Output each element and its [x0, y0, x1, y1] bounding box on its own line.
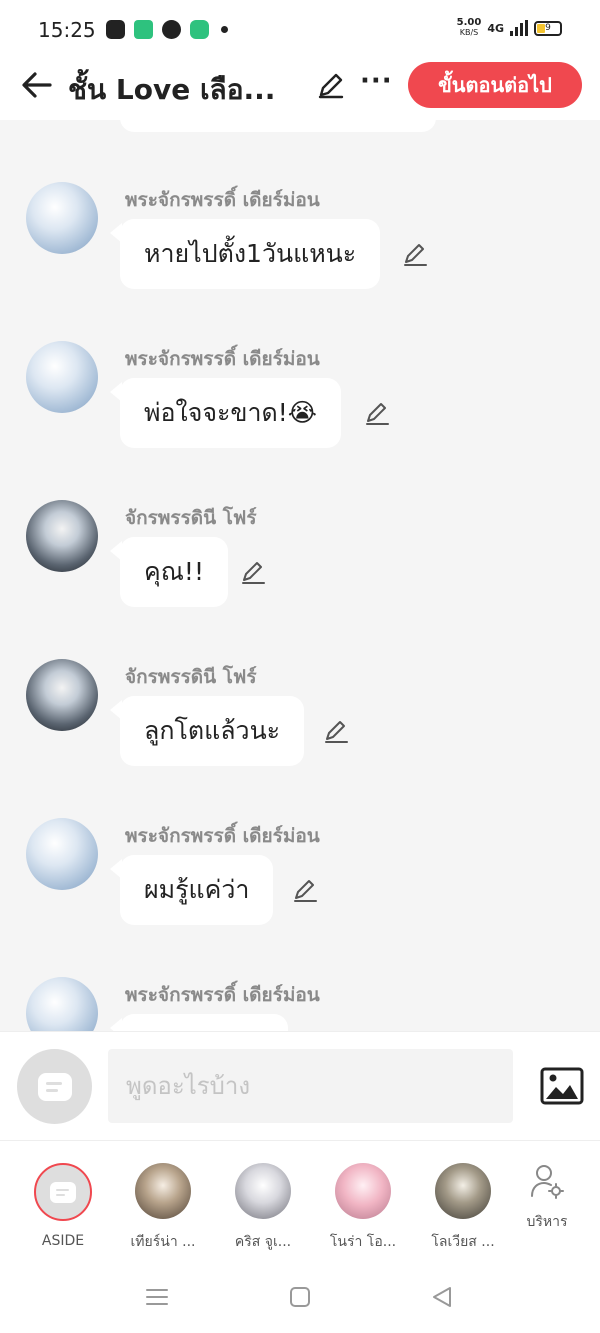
edit-message-pencil-icon[interactable]	[323, 718, 349, 744]
chat-message: พระจักรพรรดิ์ เดียร์ม่อน พ่อใจจะขาด!😭	[0, 341, 600, 471]
app-notification-icon	[190, 20, 209, 39]
character-name: บริหาร	[526, 1214, 568, 1230]
character-item[interactable]: โลเวียส ...	[418, 1163, 508, 1253]
character-name: คริส จูเ...	[234, 1234, 292, 1250]
more-options-icon[interactable]: ···	[360, 66, 393, 96]
message-composer	[0, 1031, 600, 1141]
sender-name: จักรพรรดินี โฟร์	[125, 507, 257, 529]
edit-title-pencil-icon[interactable]	[316, 70, 346, 100]
network-speed: 5.00 KB/S	[456, 17, 482, 38]
message-bubble[interactable]: หายไปตั้ง1วันแหนะ	[109, 219, 381, 289]
sender-avatar[interactable]	[26, 182, 98, 254]
top-bar: ชั้น Love เลือ... ··· ขั้นตอนต่อไป	[0, 58, 600, 120]
message-bubble[interactable]: ลูกโตแล้วนะ	[109, 696, 305, 766]
sender-name: พระจักรพรรดิ์ เดียร์ม่อน	[125, 825, 320, 847]
character-item[interactable]: เทียร์น่า ...	[118, 1163, 208, 1253]
chat-message: พระจักรพรรดิ์ เดียร์ม่อน หายไปตั้ง1วันแห…	[0, 182, 600, 312]
aside-toggle-button[interactable]	[17, 1049, 92, 1124]
signal-bars-icon	[510, 20, 528, 36]
home-icon[interactable]	[288, 1285, 312, 1309]
chat-bubble-icon	[37, 1072, 72, 1101]
status-bar: 15:25 5.00 KB/S 4G 9	[0, 0, 600, 58]
edit-message-pencil-icon[interactable]	[402, 241, 428, 267]
sender-avatar[interactable]	[26, 977, 98, 1031]
character-avatar	[235, 1163, 291, 1219]
chat-message: จักรพรรดินี โฟร์ คุณ!!	[0, 500, 600, 630]
back-arrow-icon[interactable]	[20, 70, 54, 100]
chat-message: พระจักรพรรดิ์ เดียร์ม่อน	[0, 977, 600, 1031]
edit-message-pencil-icon[interactable]	[292, 877, 318, 903]
character-item[interactable]: คริส จูเ...	[218, 1163, 308, 1253]
character-name: โลเวียส ...	[431, 1234, 495, 1250]
robot-notification-icon	[106, 20, 125, 39]
message-bubble[interactable]	[110, 1014, 288, 1031]
network-type: 4G	[487, 21, 504, 35]
message-bubble[interactable]: คุณ!!	[110, 537, 228, 607]
sender-avatar[interactable]	[26, 659, 98, 731]
status-time: 15:25	[38, 18, 96, 42]
battery-saver-notification-icon	[134, 20, 153, 39]
message-input[interactable]	[108, 1049, 513, 1123]
edit-message-pencil-icon[interactable]	[364, 400, 390, 426]
character-item[interactable]: โนร่า โอ...	[318, 1163, 408, 1253]
manage-characters-button[interactable]: บริหาร	[502, 1163, 592, 1233]
next-step-button[interactable]: ขั้นตอนต่อไป	[408, 62, 582, 108]
sender-avatar[interactable]	[26, 500, 98, 572]
line-app-notification-icon	[162, 20, 181, 39]
message-bubble[interactable]: ผมรู้แค่ว่า	[109, 855, 274, 925]
character-name: โนร่า โอ...	[329, 1234, 397, 1250]
chat-message: พระจักรพรรดิ์ เดียร์ม่อน ผมรู้แค่ว่า	[0, 818, 600, 948]
character-avatar	[335, 1163, 391, 1219]
character-selector: ASIDE เทียร์น่า ... คริส จูเ... โนร่า โอ…	[0, 1141, 600, 1261]
battery-icon: 9	[534, 20, 562, 36]
more-notifications-dot-icon	[221, 26, 228, 33]
page-title: ชั้น Love เลือ...	[68, 73, 276, 106]
chat-bubble-icon	[50, 1181, 76, 1203]
character-avatar	[135, 1163, 191, 1219]
user-settings-icon	[531, 1165, 564, 1199]
menu-icon[interactable]	[145, 1285, 169, 1309]
character-aside[interactable]: ASIDE	[18, 1163, 108, 1249]
aside-avatar	[34, 1163, 92, 1221]
message-bubble[interactable]: พ่อใจจะขาด!😭	[109, 378, 342, 448]
system-indicators: 5.00 KB/S 4G 9	[457, 18, 562, 38]
sender-name: พระจักรพรรดิ์ เดียร์ม่อน	[125, 348, 320, 370]
sender-avatar[interactable]	[26, 818, 98, 890]
chat-message: จักรพรรดินี โฟร์ ลูกโตแล้วนะ	[0, 659, 600, 789]
image-upload-icon[interactable]	[540, 1067, 584, 1105]
previous-message-bubble	[120, 120, 436, 132]
sender-name: จักรพรรดินี โฟร์	[125, 666, 257, 688]
character-avatar	[435, 1163, 491, 1219]
sender-name: พระจักรพรรดิ์ เดียร์ม่อน	[125, 189, 320, 211]
character-name: ASIDE	[41, 1233, 85, 1249]
character-name: เทียร์น่า ...	[130, 1234, 196, 1250]
notification-icons	[106, 20, 228, 39]
sender-avatar[interactable]	[26, 341, 98, 413]
sender-name: พระจักรพรรดิ์ เดียร์ม่อน	[125, 984, 320, 1006]
back-triangle-icon[interactable]	[430, 1285, 454, 1309]
chat-message-list[interactable]: พระจักรพรรดิ์ เดียร์ม่อน หายไปตั้ง1วันแห…	[0, 120, 600, 1031]
system-navigation-bar	[0, 1261, 600, 1333]
edit-message-pencil-icon[interactable]	[240, 559, 266, 585]
